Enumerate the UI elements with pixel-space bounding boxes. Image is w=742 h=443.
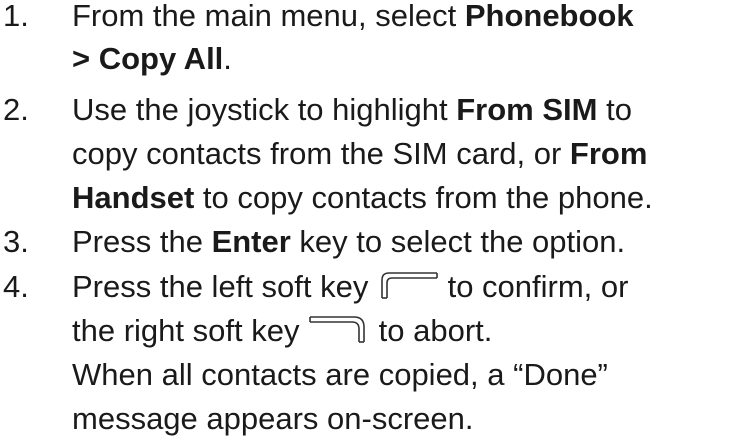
step-text-line: Press the left soft key to confirm, or [72, 269, 629, 304]
left-soft-key-icon [377, 272, 439, 300]
step-4: 4. Press the left soft key to confirm, o… [0, 0, 742, 443]
right-soft-key-icon [308, 316, 370, 344]
step-number: 4. [3, 269, 29, 304]
step-text-line: message appears on-screen. [72, 401, 474, 436]
step-text-line: When all contacts are copied, a “Done” [72, 357, 608, 392]
step-text-line: the right soft key to abort. [72, 313, 493, 348]
instruction-document: 1. From the main menu, select Phonebook … [0, 0, 742, 443]
